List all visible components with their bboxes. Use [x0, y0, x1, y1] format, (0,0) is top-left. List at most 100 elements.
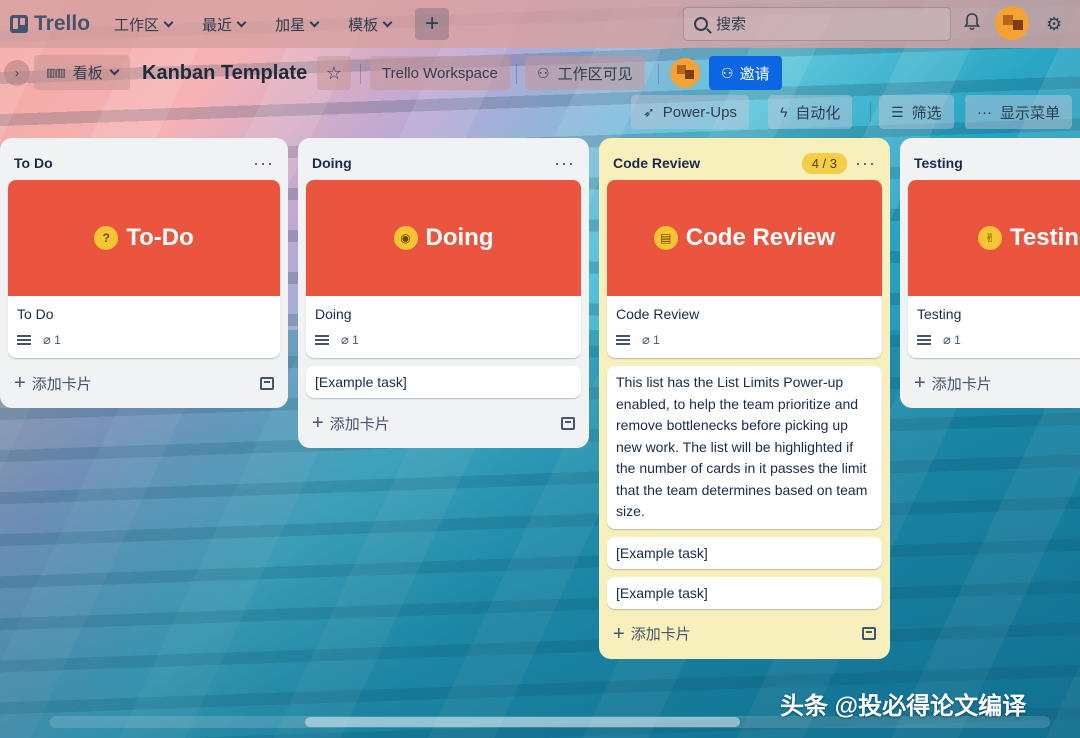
sidebar-expand-button[interactable]: › [4, 60, 30, 86]
nav-starred-label: 加星 [275, 16, 306, 34]
board-view-switcher[interactable]: ▥▥ 看板 [34, 55, 130, 90]
chevron-right-icon: › [15, 66, 19, 80]
invite-button[interactable]: ⚇ 邀请 [709, 56, 782, 90]
visibility-button[interactable]: ⚇ 工作区可见 [525, 56, 645, 90]
paperclip-icon: ⌀ [43, 332, 51, 347]
search-icon [694, 17, 708, 31]
list-title[interactable]: Testing [914, 155, 963, 171]
list-title[interactable]: Code Review [613, 155, 700, 171]
user-avatar[interactable] [995, 6, 1029, 40]
create-from-template-icon[interactable] [561, 416, 575, 430]
add-card-label: 添加卡片 [329, 415, 390, 433]
list-doing: Doing ··· ◉ Doing Doing ⌀ 1 [Example tas… [298, 138, 589, 448]
star-board-button[interactable]: ☆ [317, 56, 351, 90]
watermark: 头条 @投必得论文编译 [780, 693, 1027, 720]
workspace-label: Trello Workspace [382, 64, 498, 82]
lightning-icon: ϟ [780, 104, 788, 120]
nav-templates-label: 模板 [348, 16, 379, 34]
add-card-row: + 添加卡片 [306, 406, 581, 440]
chevron-down-icon [309, 17, 320, 27]
add-card-label: 添加卡片 [931, 375, 992, 393]
filter-icon: ☰ [891, 103, 904, 120]
search-input[interactable] [716, 15, 936, 33]
card-cover-text: To-Do [126, 224, 194, 251]
card-title: [Example task] [315, 374, 407, 390]
trello-logo-icon [10, 15, 28, 33]
card[interactable]: [Example task] [607, 576, 882, 609]
workspace-button[interactable]: Trello Workspace [370, 56, 510, 90]
card[interactable]: ? To-Do To Do ⌀ 1 [8, 180, 280, 358]
attachment-badge: ⌀ 1 [341, 332, 359, 348]
create-from-template-icon[interactable] [260, 376, 274, 390]
show-menu-button[interactable]: ··· 显示菜单 [965, 95, 1073, 129]
list-header-right: 4 / 3 ··· [801, 152, 876, 174]
member-avatar[interactable] [670, 58, 700, 88]
thinking-emoji-icon: ? [94, 226, 119, 250]
notification-bell-icon[interactable] [964, 13, 980, 31]
description-icon [616, 335, 630, 345]
nav-templates[interactable]: 模板 [348, 14, 393, 35]
crossed-fingers-emoji-icon: ✌ [978, 226, 1002, 250]
description-icon [917, 335, 931, 345]
create-button[interactable]: + [415, 8, 450, 40]
chevron-down-icon [109, 65, 120, 76]
add-card-button[interactable]: + 添加卡片 [312, 413, 390, 434]
add-card-row: + 添加卡片 [607, 617, 882, 651]
add-card-row: + 添加卡片 [8, 366, 280, 400]
description-icon [17, 335, 31, 345]
list-limit-badge: 4 / 3 [801, 152, 848, 174]
card-badges: ⌀ 1 [315, 332, 572, 348]
power-ups-button[interactable]: ➶ Power-Ups [631, 95, 749, 129]
plus-icon: + [914, 372, 926, 394]
card[interactable]: [Example task] [607, 536, 882, 569]
plus-icon: + [14, 372, 26, 394]
card-title: To Do [17, 306, 54, 322]
card-cover-text: Testing [1010, 224, 1080, 251]
board-title[interactable]: Kanban Template [142, 62, 307, 85]
add-card-button[interactable]: + 添加卡片 [914, 373, 992, 394]
card[interactable]: ✌ Testing Testing ⌀ 1 [908, 180, 1080, 358]
board-view-label: 看板 [72, 65, 103, 82]
list-title[interactable]: Doing [312, 155, 352, 171]
card-cover: ▤ Code Review [607, 180, 882, 296]
header-divider [658, 64, 659, 84]
add-card-button[interactable]: + 添加卡片 [613, 623, 691, 644]
filter-label: 筛选 [911, 104, 942, 122]
attachment-count: 1 [54, 333, 61, 347]
list-title[interactable]: To Do [14, 155, 53, 171]
nav-workspaces[interactable]: 工作区 [114, 14, 174, 35]
scrollbar-thumb[interactable] [305, 717, 740, 727]
gear-icon[interactable]: ⚙ [1046, 14, 1062, 35]
card-cover: ◉ Doing [306, 180, 581, 296]
filter-button[interactable]: ☰ 筛选 [879, 95, 954, 129]
list-to-do: To Do ··· ? To-Do To Do ⌀ 1 + 添加卡片 [0, 138, 288, 408]
add-card-button[interactable]: + 添加卡片 [14, 373, 92, 394]
star-icon: ☆ [325, 62, 343, 83]
search-box[interactable] [683, 7, 951, 41]
card-badges: ⌀ 1 [917, 332, 1080, 348]
list-code-review: Code Review 4 / 3 ··· ▤ Code Review Code… [599, 138, 890, 659]
card-title: Testing [917, 306, 962, 322]
show-menu-label: 显示菜单 [1000, 104, 1061, 122]
attachment-badge: ⌀ 1 [642, 332, 660, 348]
trello-logo[interactable]: Trello [10, 12, 90, 36]
list-menu-icon[interactable]: ··· [554, 154, 575, 172]
attachment-badge: ⌀ 1 [943, 332, 961, 348]
attachment-badge: ⌀ 1 [43, 332, 61, 348]
card[interactable]: ◉ Doing Doing ⌀ 1 [306, 180, 581, 358]
automation-label: 自动化 [795, 104, 841, 122]
card[interactable]: [Example task] [306, 366, 581, 398]
plus-icon: + [312, 412, 324, 434]
paperclip-icon: ⌀ [943, 332, 951, 347]
nav-recent[interactable]: 最近 [202, 14, 247, 35]
chevron-down-icon [236, 17, 247, 27]
more-icon: ··· [977, 103, 992, 121]
card-cover: ✌ Testing [908, 180, 1080, 296]
list-menu-icon[interactable]: ··· [855, 154, 876, 172]
automation-button[interactable]: ϟ 自动化 [768, 95, 853, 129]
card[interactable]: This list has the List Limits Power-up e… [607, 366, 882, 529]
create-from-template-icon[interactable] [862, 627, 876, 640]
nav-starred[interactable]: 加星 [275, 14, 320, 35]
card[interactable]: ▤ Code Review Code Review ⌀ 1 [607, 180, 882, 358]
list-menu-icon[interactable]: ··· [253, 154, 274, 172]
